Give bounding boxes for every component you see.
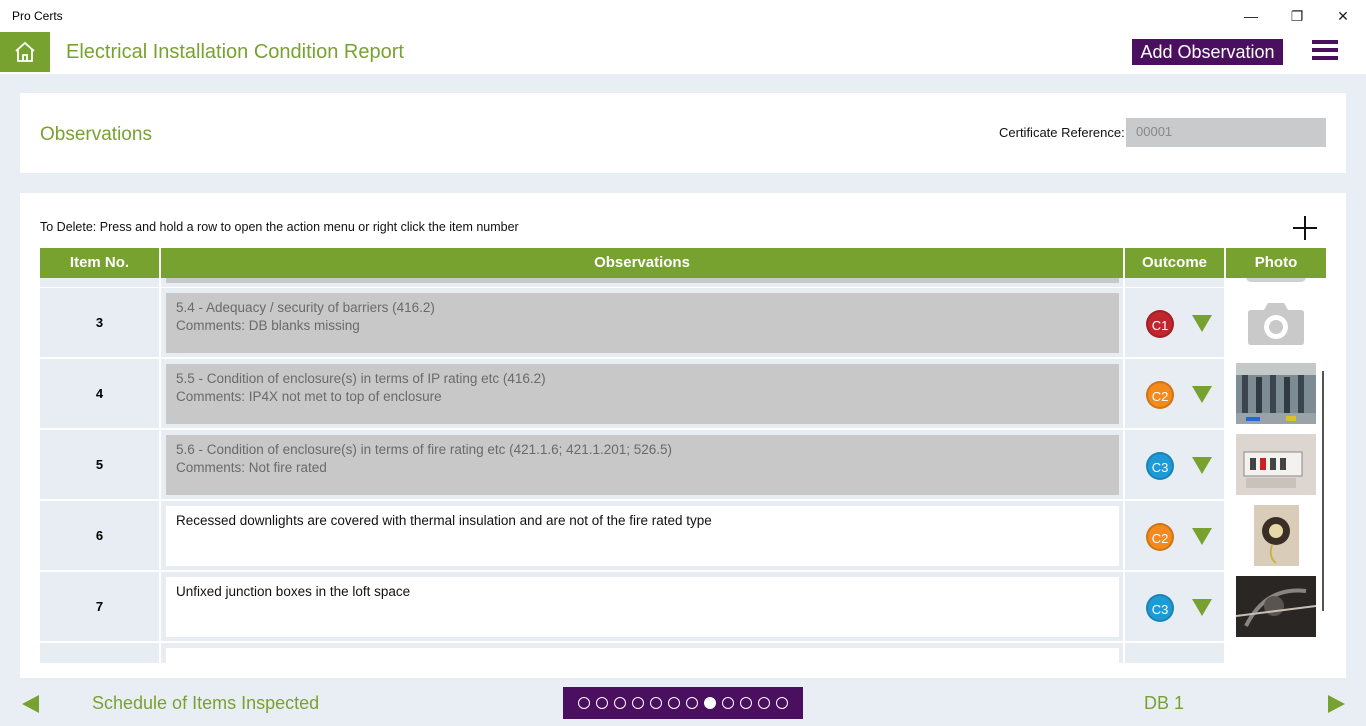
observations-header-panel: Observations Certificate Reference: 0000… [20, 93, 1346, 173]
observation-text[interactable]: 5.6 - Condition of enclosure(s) in terms… [166, 435, 1119, 495]
page-dot[interactable] [758, 697, 770, 709]
restore-button[interactable]: ❐ [1274, 0, 1320, 32]
app-header: Electrical Installation Condition Report… [0, 32, 1366, 74]
table-row[interactable]: 3 5.4 - Adequacy / security of barriers … [40, 288, 1326, 359]
observation-photo[interactable] [1236, 363, 1316, 424]
table-row[interactable]: 5 5.6 - Condition of enclosure(s) in ter… [40, 430, 1326, 501]
next-section-link[interactable]: DB 1 [1144, 693, 1184, 714]
table-row[interactable]: 4 5.5 - Condition of enclosure(s) in ter… [40, 359, 1326, 430]
prev-section-link[interactable]: Schedule of Items Inspected [92, 693, 319, 714]
table-scrollbar[interactable] [1322, 371, 1324, 611]
observation-photo[interactable] [1236, 434, 1316, 495]
observation-photo[interactable] [1254, 505, 1299, 566]
observation-text[interactable]: 5.4 - Adequacy / security of barriers (4… [166, 293, 1119, 353]
header-outcome: Outcome [1125, 248, 1224, 278]
page-dot[interactable] [632, 697, 644, 709]
header-photo: Photo [1226, 248, 1326, 278]
item-number[interactable]: 7 [40, 572, 159, 641]
page-dot[interactable] [650, 697, 662, 709]
add-row-plus-icon[interactable] [1292, 215, 1318, 241]
page-dot[interactable] [722, 697, 734, 709]
table-body[interactable]: 3 5.4 - Adequacy / security of barriers … [40, 278, 1326, 663]
header-observations: Observations [161, 248, 1123, 278]
page-dot[interactable] [686, 697, 698, 709]
item-number[interactable]: 4 [40, 359, 159, 428]
outcome-badge: C3 [1146, 594, 1174, 622]
table-row[interactable]: 6 Recessed downlights are covered with t… [40, 501, 1326, 572]
title-bar: Pro Certs — ❐ ✕ [0, 0, 1366, 32]
outcome-badge: C3 [1146, 452, 1174, 480]
outcome-dropdown-icon[interactable] [1192, 315, 1212, 332]
item-number[interactable]: 3 [40, 288, 159, 357]
outcome-dropdown-icon[interactable] [1192, 457, 1212, 474]
cert-ref-field[interactable]: 00001 [1126, 118, 1326, 147]
home-icon [15, 41, 35, 62]
page-dot[interactable] [776, 697, 788, 709]
outcome-dropdown-icon[interactable] [1192, 386, 1212, 403]
observations-table-panel: To Delete: Press and hold a row to open … [20, 193, 1346, 678]
observation-text[interactable]: 5.5 - Condition of enclosure(s) in terms… [166, 364, 1119, 424]
minimize-button[interactable]: — [1228, 0, 1274, 32]
page-dot[interactable] [614, 697, 626, 709]
table-row[interactable]: 7 Unfixed junction boxes in the loft spa… [40, 572, 1326, 643]
table-row[interactable] [40, 643, 1326, 663]
page-dot[interactable] [740, 697, 752, 709]
hamburger-menu-icon[interactable] [1312, 40, 1338, 64]
observation-text[interactable]: Unfixed junction boxes in the loft space [166, 577, 1119, 637]
prev-arrow-icon[interactable] [22, 695, 39, 713]
section-title: Observations [40, 124, 152, 145]
next-arrow-icon[interactable] [1328, 695, 1345, 713]
outcome-dropdown-icon[interactable] [1192, 599, 1212, 616]
item-number[interactable]: 5 [40, 430, 159, 499]
page-dot[interactable] [578, 697, 590, 709]
page-title: Electrical Installation Condition Report [66, 41, 404, 63]
camera-icon[interactable] [1247, 300, 1305, 346]
outcome-dropdown-icon[interactable] [1192, 528, 1212, 545]
cert-ref-label: Certificate Reference: [999, 125, 1125, 140]
observation-text[interactable]: Recessed downlights are covered with the… [166, 506, 1119, 566]
app-title: Pro Certs [12, 9, 63, 23]
observation-photo[interactable] [1236, 576, 1316, 637]
page-indicator [563, 687, 803, 719]
outcome-badge: C2 [1146, 523, 1174, 551]
home-button[interactable] [0, 32, 50, 72]
delete-hint: To Delete: Press and hold a row to open … [40, 220, 519, 234]
header-item-no: Item No. [40, 248, 159, 278]
outcome-badge: C2 [1146, 381, 1174, 409]
close-button[interactable]: ✕ [1320, 0, 1366, 32]
page-dot[interactable] [596, 697, 608, 709]
page-dot[interactable] [704, 697, 716, 709]
add-observation-button[interactable]: Add Observation [1132, 39, 1283, 65]
outcome-badge: C1 [1146, 310, 1174, 338]
item-number[interactable]: 6 [40, 501, 159, 570]
page-dot[interactable] [668, 697, 680, 709]
